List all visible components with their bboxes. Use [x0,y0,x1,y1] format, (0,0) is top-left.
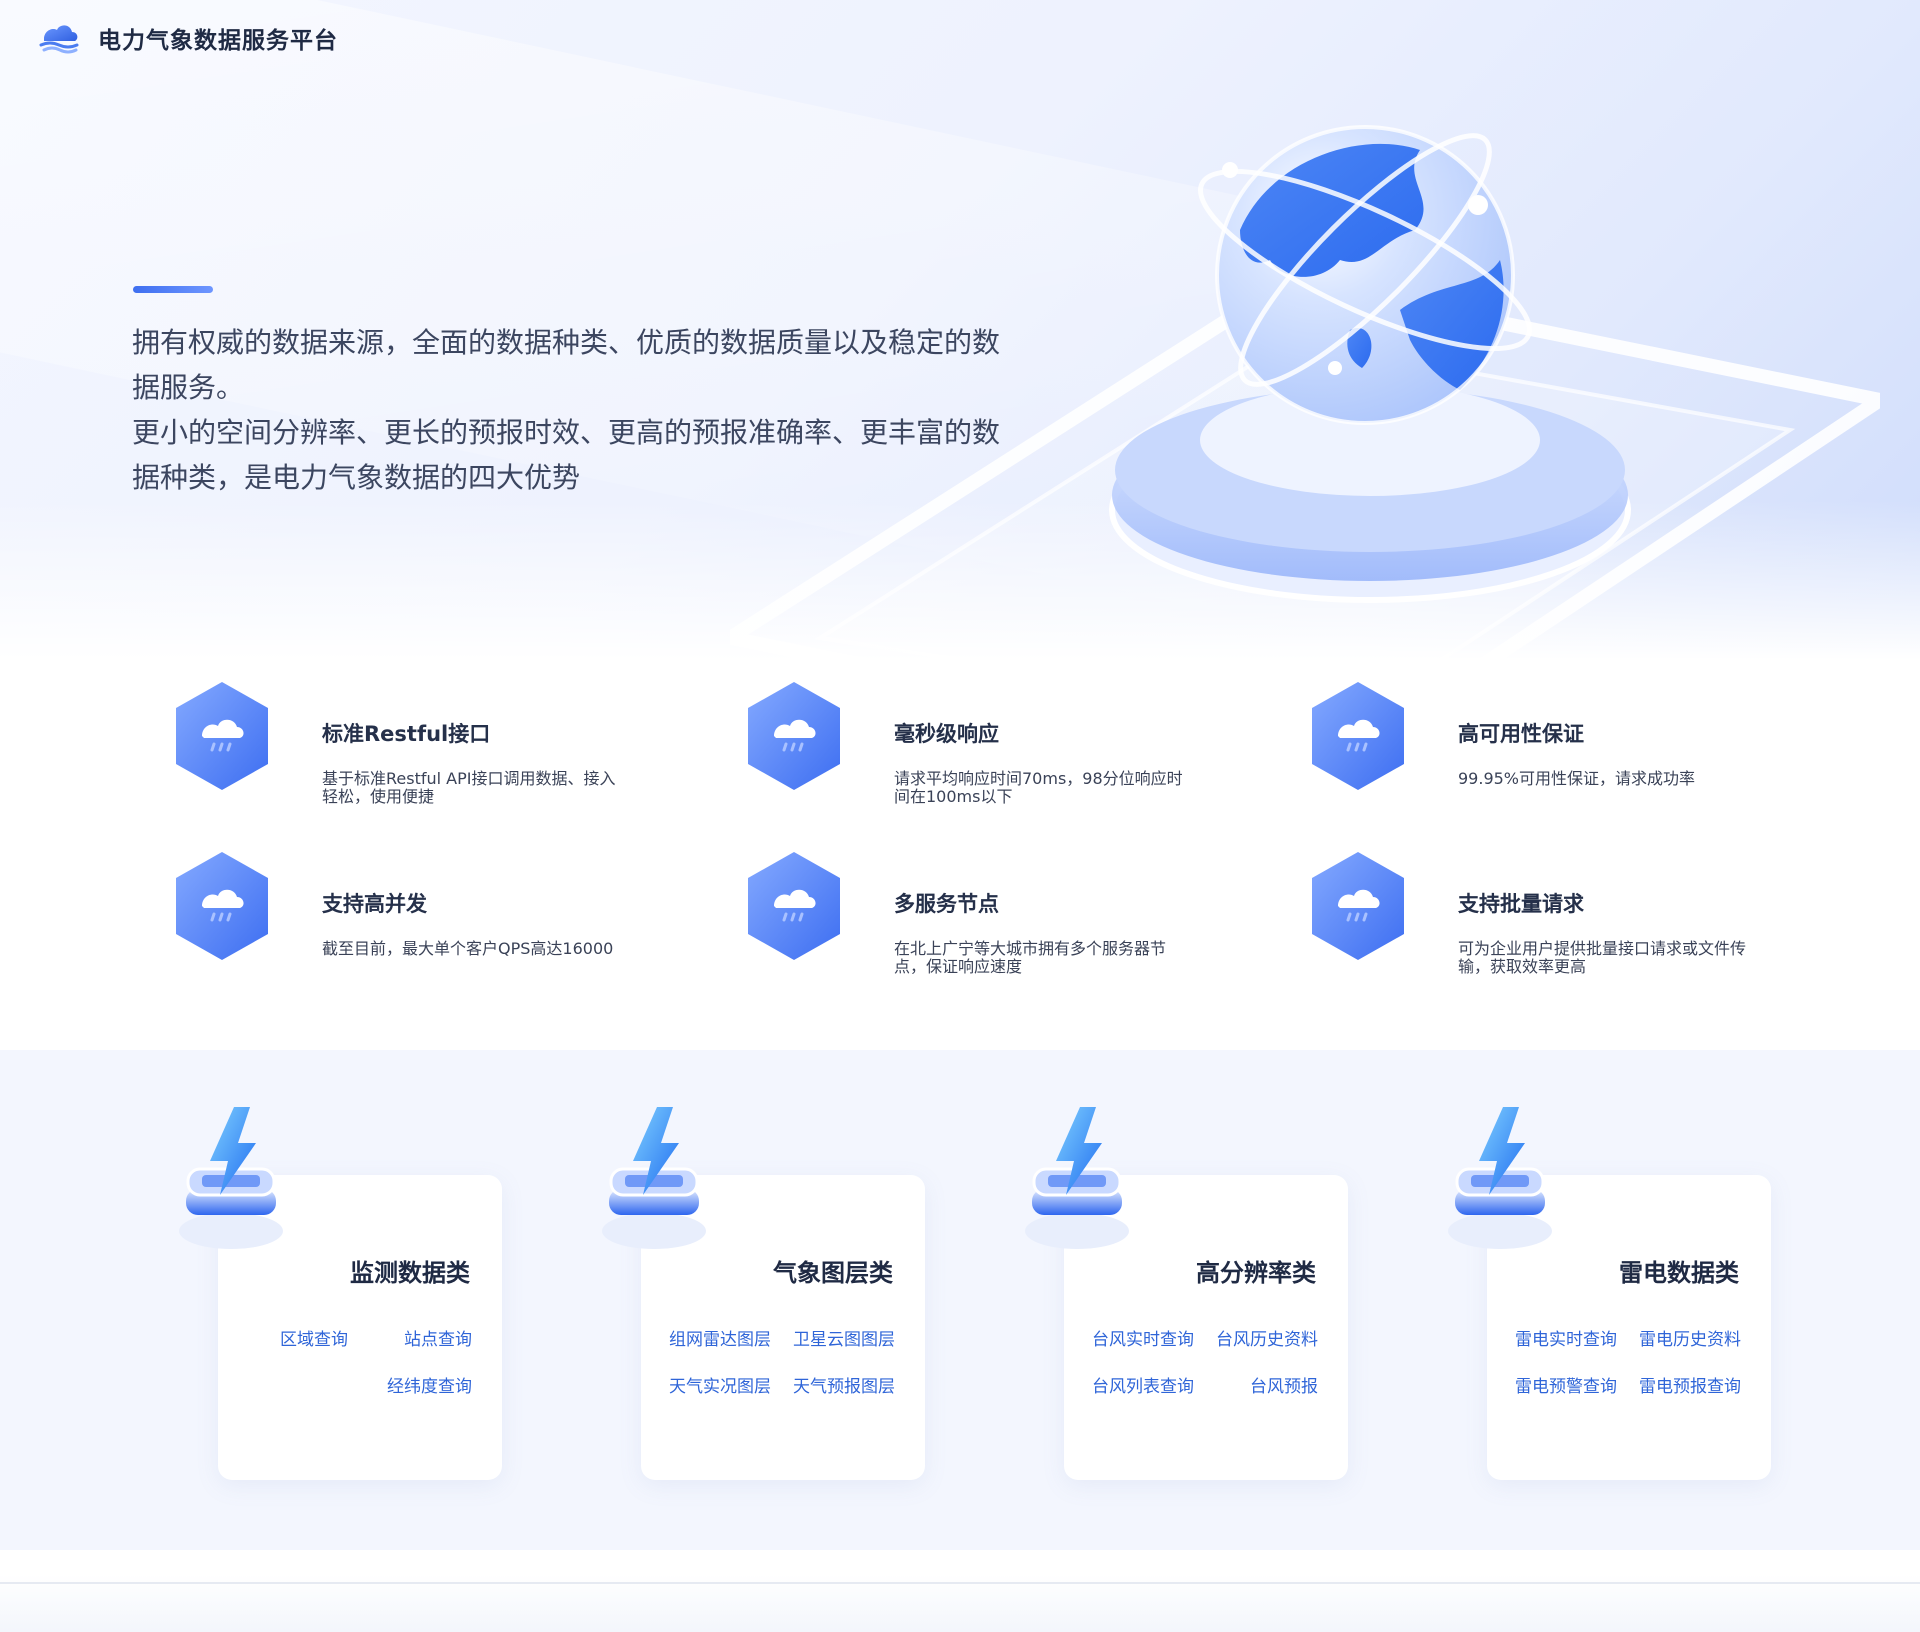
link-lightning-warning[interactable]: 雷电预警查询 [1501,1372,1617,1397]
category-card-monitoring: 监测数据类 区域查询 站点查询 经纬度查询 [179,1107,502,1480]
feature-batch: 支持批量请求 可为企业用户提供批量接口请求或文件传输，获取效率更高 [1308,850,1808,980]
link-station-query[interactable]: 站点查询 [356,1325,472,1350]
link-lightning-history[interactable]: 雷电历史资料 [1625,1325,1741,1350]
link-latlon-query[interactable]: 经纬度查询 [356,1372,472,1397]
link-region-query[interactable]: 区域查询 [232,1325,348,1350]
feature-desc: 请求平均响应时间70ms，98分位响应时间在100ms以下 [894,770,1183,806]
hero-line-1: 拥有权威的数据来源，全面的数据种类、优质的数据质量以及稳定的数据服务。 [132,326,1001,404]
feature-desc: 截至目前，最大单个客户QPS高达16000 [322,940,614,958]
link-typhoon-live[interactable]: 台风实时查询 [1078,1325,1194,1350]
link-empty-slot [232,1372,348,1397]
link-lightning-live[interactable]: 雷电实时查询 [1501,1325,1617,1350]
lightning-server-icon [1025,1107,1129,1249]
features-section: 标准Restful接口 基于标准Restful API接口调用数据、接入轻松，使… [0,660,1920,1050]
category-card-high-res: 高分辨率类 台风实时查询 台风历史资料 台风列表查询 台风预报 [1025,1107,1348,1480]
cloud-rain-icon [748,852,840,960]
feature-availability: 高可用性保证 99.95%可用性保证，请求成功率 [1308,680,1808,810]
category-title: 气象图层类 [773,1259,893,1287]
category-card-weather-layers: 气象图层类 组网雷达图层 卫星云图图层 天气实况图层 天气预报图层 [602,1107,925,1480]
categories-section: 监测数据类 区域查询 站点查询 经纬度查询 气象图层类 组网雷达图层 卫星云图图… [0,1050,1920,1550]
feature-title: 毫秒级响应 [894,722,999,746]
link-radar-layer[interactable]: 组网雷达图层 [655,1325,771,1350]
feature-desc: 可为企业用户提供批量接口请求或文件传输，获取效率更高 [1458,940,1747,976]
cloud-rain-icon [176,852,268,960]
cloud-rain-icon [1312,852,1404,960]
top-bar: 电力气象数据服务平台 [38,16,338,60]
hero-section: 电力气象数据服务平台 拥有权威的数据来源，全面的数据种类、优质的数据质量以及稳定… [0,0,1920,660]
footer-divider [0,1582,1920,1584]
hero-line-2: 更小的空间分辨率、更长的预报时效、更高的预报准确率、更丰富的数据种类，是电力气象… [132,416,1001,494]
category-links: 区域查询 站点查询 经纬度查询 [232,1325,472,1397]
feature-desc: 99.95%可用性保证，请求成功率 [1458,770,1696,788]
feature-desc: 基于标准Restful API接口调用数据、接入轻松，使用便捷 [322,770,616,806]
link-lightning-forecast[interactable]: 雷电预报查询 [1625,1372,1741,1397]
hero-intro: 拥有权威的数据来源，全面的数据种类、优质的数据质量以及稳定的数据服务。 更小的空… [132,320,1012,500]
cloud-rain-icon [1312,682,1404,790]
category-card-lightning: 雷电数据类 雷电实时查询 雷电历史资料 雷电预警查询 雷电预报查询 [1448,1107,1771,1480]
lightning-server-icon [1448,1107,1552,1249]
cloud-rain-icon [748,682,840,790]
feature-restful: 标准Restful接口 基于标准Restful API接口调用数据、接入轻松，使… [172,680,672,810]
category-title: 雷电数据类 [1619,1259,1739,1287]
feature-title: 支持高并发 [322,892,427,916]
category-title: 高分辨率类 [1196,1259,1316,1287]
lightning-server-icon [179,1107,283,1249]
link-weather-forecast-layer[interactable]: 天气预报图层 [779,1372,895,1397]
feature-title: 高可用性保证 [1458,722,1584,746]
cloud-rain-icon [176,682,268,790]
category-links: 组网雷达图层 卫星云图图层 天气实况图层 天气预报图层 [655,1325,895,1397]
link-satellite-layer[interactable]: 卫星云图图层 [779,1325,895,1350]
link-weather-live-layer[interactable]: 天气实况图层 [655,1372,771,1397]
link-typhoon-forecast[interactable]: 台风预报 [1202,1372,1318,1397]
feature-desc: 在北上广宁等大城市拥有多个服务器节点，保证响应速度 [894,940,1167,976]
link-typhoon-history[interactable]: 台风历史资料 [1202,1325,1318,1350]
lightning-server-icon [602,1107,706,1249]
category-links: 台风实时查询 台风历史资料 台风列表查询 台风预报 [1078,1325,1318,1397]
footer-band [0,1550,1920,1632]
category-links: 雷电实时查询 雷电历史资料 雷电预警查询 雷电预报查询 [1501,1325,1741,1397]
hero-accent-bar [133,286,213,293]
platform-title: 电力气象数据服务平台 [98,28,338,54]
feature-nodes: 多服务节点 在北上广宁等大城市拥有多个服务器节点，保证响应速度 [744,850,1244,980]
cloud-logo-icon[interactable] [38,17,80,59]
feature-title: 多服务节点 [894,892,999,916]
feature-ms-response: 毫秒级响应 请求平均响应时间70ms，98分位响应时间在100ms以下 [744,680,1244,810]
link-typhoon-list[interactable]: 台风列表查询 [1078,1372,1194,1397]
category-title: 监测数据类 [350,1259,470,1287]
feature-concurrency: 支持高并发 截至目前，最大单个客户QPS高达16000 [172,850,672,980]
feature-title: 标准Restful接口 [322,722,491,746]
globe-icon [1109,125,1631,603]
feature-title: 支持批量请求 [1458,892,1584,916]
